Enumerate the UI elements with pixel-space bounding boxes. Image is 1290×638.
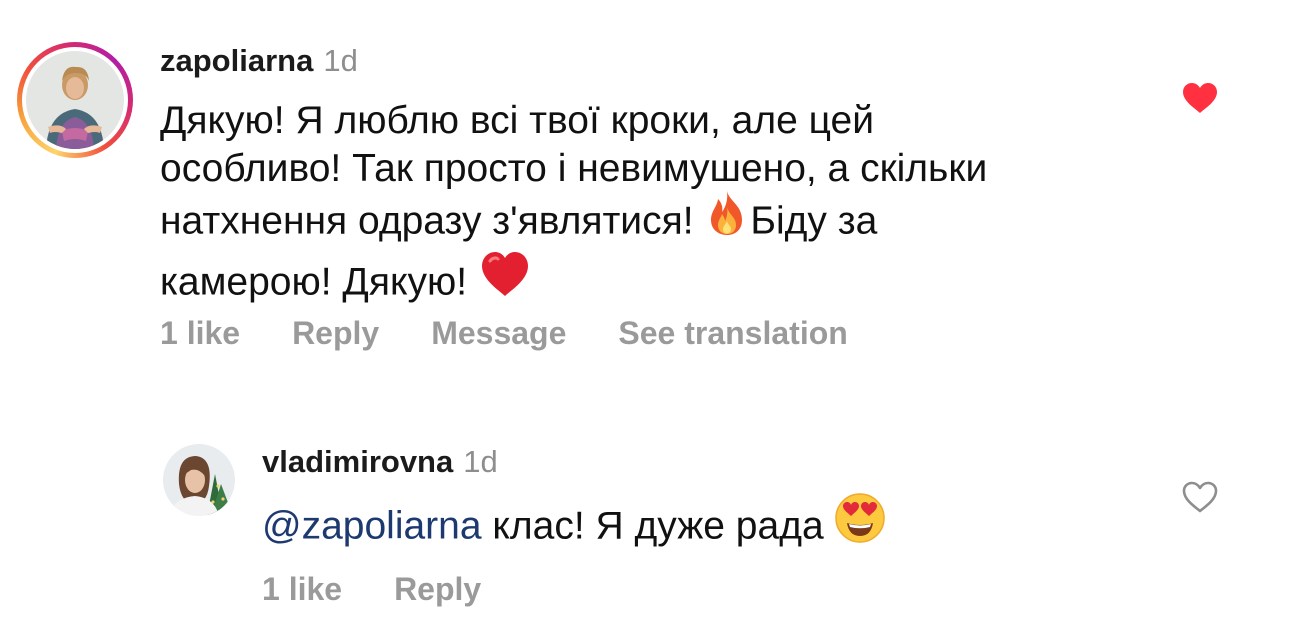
see-translation-button[interactable]: See translation <box>618 315 847 351</box>
heart-outline-icon <box>1182 481 1218 513</box>
story-ring[interactable] <box>17 42 133 158</box>
avatar[interactable] <box>163 444 235 516</box>
fire-emoji-icon <box>704 189 750 249</box>
comment-body: Дякую! Я люблю всі твої кроки, але цей о… <box>160 97 987 315</box>
reply-button[interactable]: Reply <box>292 315 379 351</box>
comment-timestamp: 1d <box>323 43 358 78</box>
comment-timestamp: 1d <box>463 444 498 479</box>
username-text[interactable]: vladimirovna <box>262 444 453 479</box>
likes-count-button[interactable]: 1 like <box>262 571 342 607</box>
avatar[interactable] <box>26 51 124 149</box>
comment-line: камерою! Дякую! <box>160 252 987 315</box>
heart-eyes-emoji-icon <box>834 492 886 556</box>
username-text[interactable]: zapoliarna <box>160 43 313 78</box>
like-button[interactable] <box>1182 82 1218 119</box>
mention-link[interactable]: @zapoliarna <box>262 504 482 547</box>
comment-line: @zapoliarna клас! Я дуже рада <box>262 493 886 560</box>
comment-username[interactable]: zapoliarna 1d <box>160 43 358 79</box>
comment-username[interactable]: vladimirovna 1d <box>262 444 498 480</box>
comment-actions: 1 like Reply Message See translation <box>160 315 900 352</box>
comment-line: Дякую! Я люблю всі твої кроки, але цей <box>160 99 874 142</box>
comment-actions: 1 like Reply <box>262 571 533 608</box>
like-button[interactable] <box>1182 481 1218 518</box>
comment-line: особливо! Так просто і невимушено, а скі… <box>160 147 988 190</box>
message-button[interactable]: Message <box>431 315 566 351</box>
reply-button[interactable]: Reply <box>394 571 481 607</box>
comment-body: @zapoliarna клас! Я дуже рада <box>262 493 886 560</box>
comment-line: натхнення одразу з'являтися! Біду за <box>160 191 987 253</box>
red-heart-emoji-icon <box>478 249 532 311</box>
heart-filled-icon <box>1183 83 1217 113</box>
likes-count-button[interactable]: 1 like <box>160 315 240 351</box>
